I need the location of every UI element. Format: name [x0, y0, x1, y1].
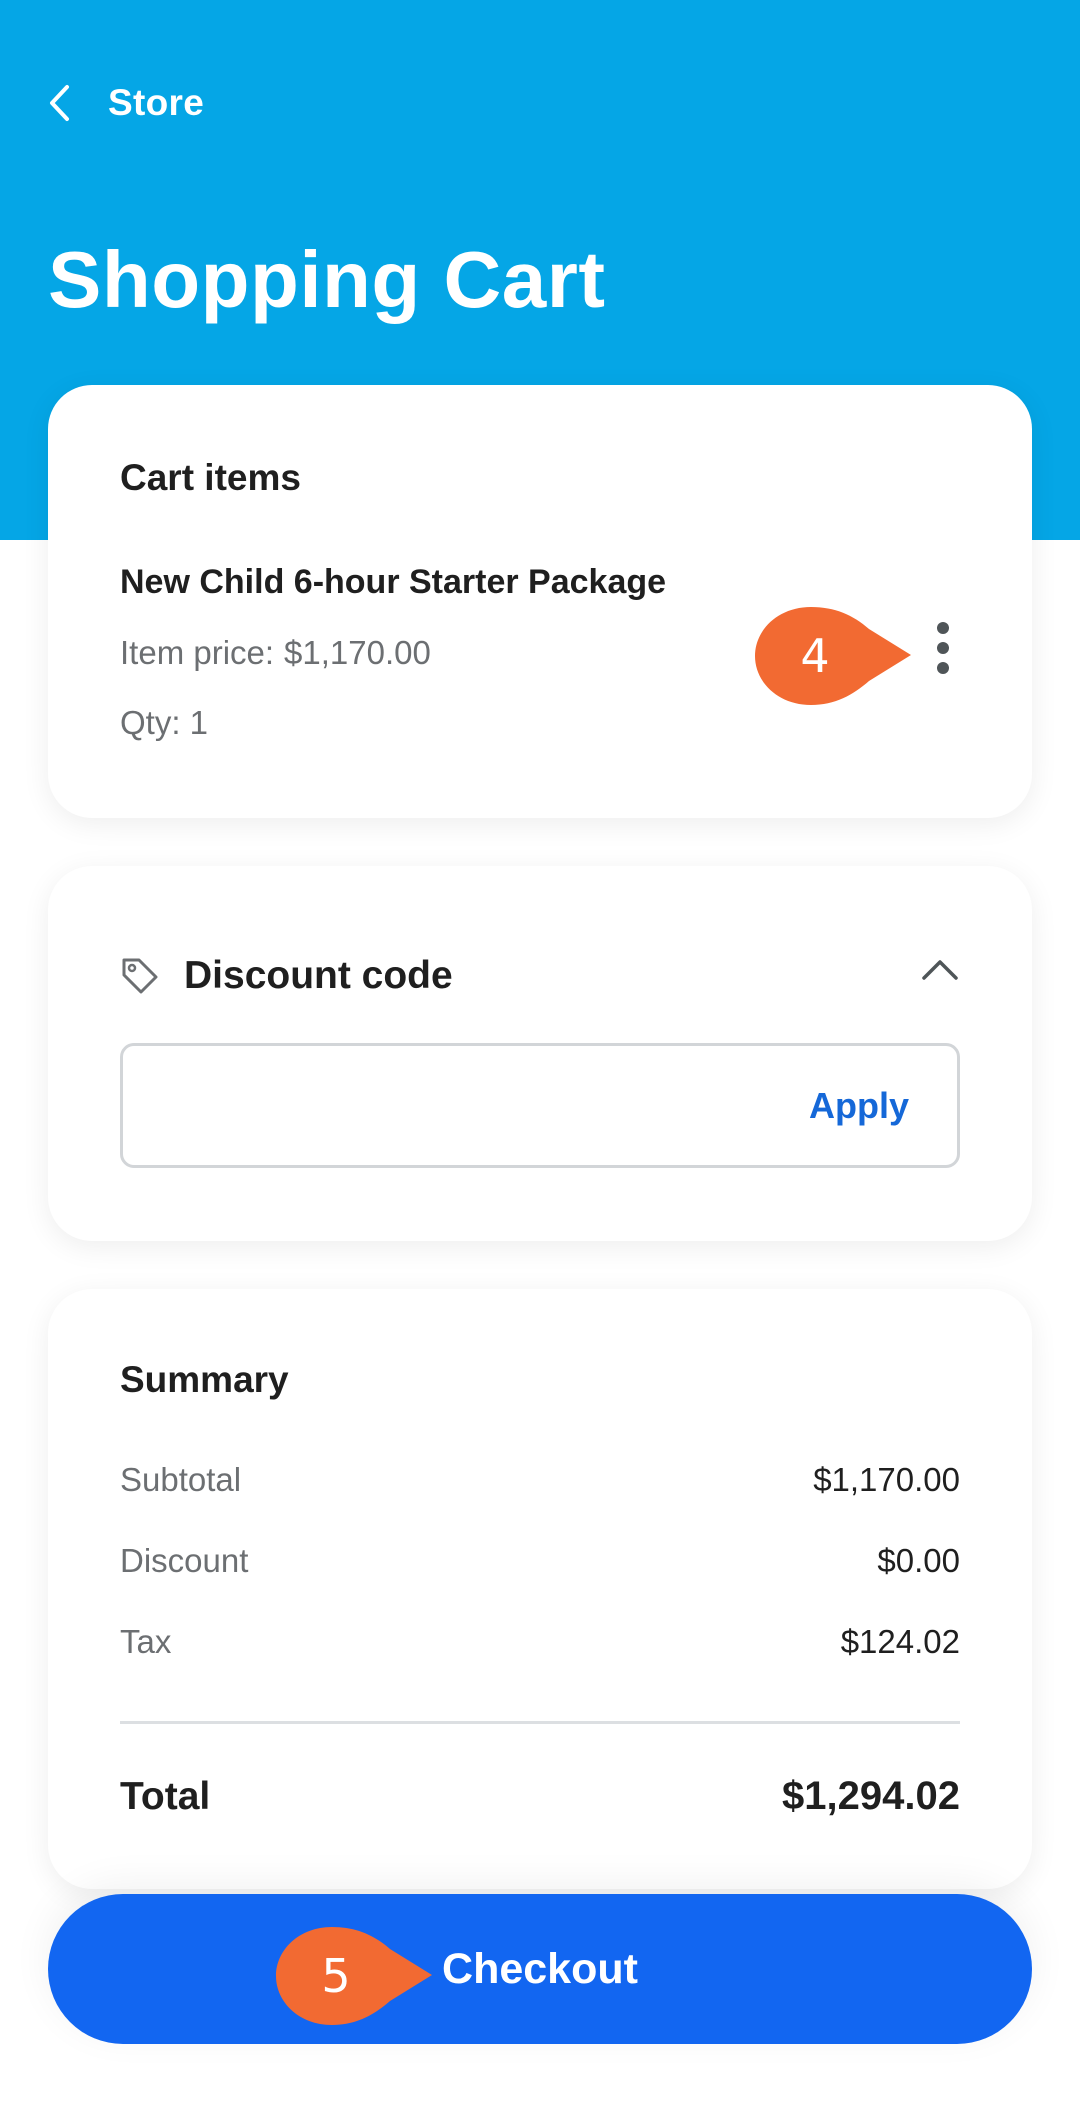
subtotal-label: Subtotal [120, 1461, 242, 1498]
tax-value: $124.02 [840, 1623, 960, 1660]
summary-heading: Summary [120, 1359, 289, 1400]
summary-row-total: Total $1,294.02 [120, 1774, 960, 1819]
discount-value: $0.00 [877, 1542, 960, 1579]
summary-row-subtotal: Subtotal $1,170.00 [120, 1461, 960, 1499]
subtotal-value: $1,170.00 [813, 1461, 960, 1498]
tag-icon [122, 958, 158, 994]
discount-code-input[interactable] [147, 1066, 787, 1146]
checkout-button[interactable]: Checkout [48, 1894, 1032, 2044]
summary-row-discount: Discount $0.00 [120, 1542, 960, 1580]
checkout-label: Checkout [442, 1945, 638, 1993]
apply-button[interactable]: Apply [809, 1076, 909, 1136]
cart-items-card: Cart items New Child 6-hour Starter Pack… [48, 385, 1032, 818]
item-price-label: Item price: [120, 634, 275, 671]
cart-item-name: New Child 6-hour Starter Package [120, 563, 667, 601]
discount-toggle[interactable]: Discount code [120, 944, 960, 1008]
discount-input-container: Apply [120, 1043, 960, 1168]
total-label: Total [120, 1774, 211, 1818]
summary-card: Summary Subtotal $1,170.00 Discount $0.0… [48, 1289, 1032, 1889]
summary-divider [120, 1721, 960, 1724]
total-value: $1,294.02 [782, 1774, 960, 1818]
cart-item-qty: Qty: 1 [120, 704, 209, 741]
tax-label: Tax [120, 1623, 172, 1660]
more-vertical-icon [937, 622, 949, 674]
discount-card: Discount code Apply [48, 866, 1032, 1241]
page: Store Shopping Cart Cart items New Child… [0, 0, 1080, 2117]
discount-title: Discount code [184, 954, 453, 997]
page-title: Shopping Cart [48, 235, 606, 324]
back-button[interactable]: Store [48, 78, 204, 128]
chevron-left-icon [50, 85, 69, 121]
discount-label: Discount [120, 1542, 249, 1579]
summary-row-tax: Tax $124.02 [120, 1623, 960, 1661]
back-label: Store [108, 82, 205, 123]
step-callout-4-number: 4 [800, 629, 830, 683]
step-callout-5-number: 5 [321, 1949, 351, 2003]
item-price-value: $1,170.00 [284, 634, 431, 671]
cart-item-price: Item price: $1,170.00 [120, 634, 431, 672]
item-more-options-button[interactable] [918, 613, 968, 683]
cart-items-heading: Cart items [120, 457, 301, 498]
chevron-up-icon [922, 960, 958, 980]
